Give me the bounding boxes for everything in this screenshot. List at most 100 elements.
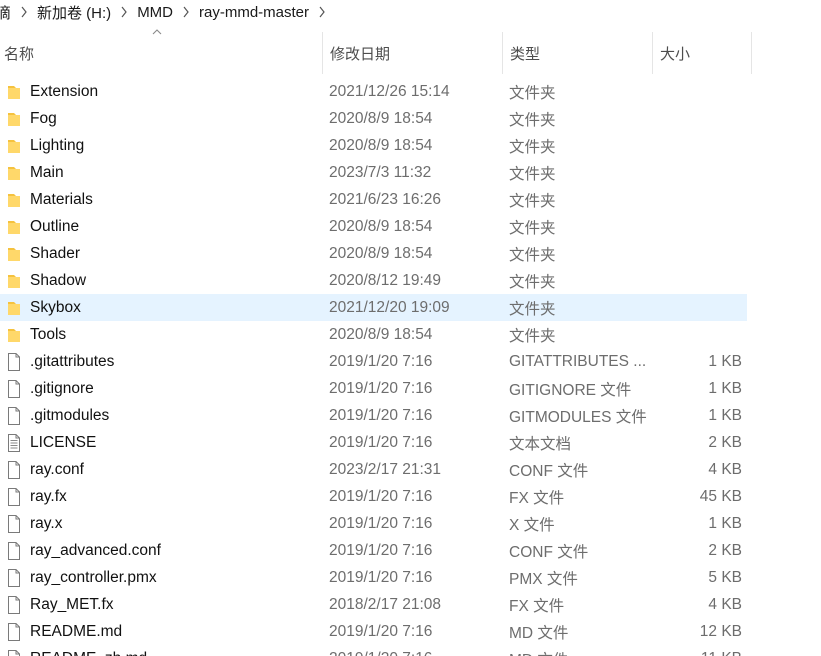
file-row[interactable]: LICENSE 2019/1/20 7:16 文本文档 2 KB xyxy=(0,429,747,456)
file-row[interactable]: Shader 2020/8/9 18:54 文件夹 xyxy=(0,240,747,267)
file-type: 文件夹 xyxy=(509,138,556,156)
file-row[interactable]: Materials 2021/6/23 16:26 文件夹 xyxy=(0,186,747,213)
file-row[interactable]: Outline 2020/8/9 18:54 文件夹 xyxy=(0,213,747,240)
breadcrumb-item-current[interactable]: ray-mmd-master xyxy=(193,4,315,21)
folder-icon xyxy=(4,105,24,132)
chevron-right-icon[interactable] xyxy=(179,2,193,22)
file-name: ray_advanced.conf xyxy=(30,541,161,559)
file-modified-date: 2021/12/20 19:09 xyxy=(329,298,450,316)
file-modified-date: 2020/8/9 18:54 xyxy=(329,217,433,235)
file-name: LICENSE xyxy=(30,433,97,451)
chevron-right-icon[interactable] xyxy=(315,2,329,22)
file-row[interactable]: Ray_MET.fx 2018/2/17 21:08 FX 文件 4 KB xyxy=(0,591,747,618)
file-icon xyxy=(4,375,24,402)
file-type: CONF 文件 xyxy=(509,543,589,561)
file-row[interactable]: Main 2023/7/3 11:32 文件夹 xyxy=(0,159,747,186)
file-row[interactable]: Skybox 2021/12/20 19:09 文件夹 xyxy=(0,294,747,321)
file-modified-date: 2019/1/20 7:16 xyxy=(329,541,433,559)
file-row[interactable]: README_zh.md 2019/1/20 7:16 MD 文件 11 KB xyxy=(0,645,747,656)
file-type: 文件夹 xyxy=(509,219,556,237)
file-row[interactable]: Shadow 2020/8/12 19:49 文件夹 xyxy=(0,267,747,294)
column-header-name-label: 名称 xyxy=(4,45,35,63)
file-modified-date: 2019/1/20 7:16 xyxy=(329,433,433,451)
file-size: 1 KB xyxy=(708,352,742,370)
file-row[interactable]: Extension 2021/12/26 15:14 文件夹 xyxy=(0,78,747,105)
file-name: ray.conf xyxy=(30,460,84,478)
file-name: Skybox xyxy=(30,298,81,316)
file-modified-date: 2019/1/20 7:16 xyxy=(329,406,433,424)
file-row[interactable]: ray.conf 2023/2/17 21:31 CONF 文件 4 KB xyxy=(0,456,747,483)
file-row[interactable]: .gitignore 2019/1/20 7:16 GITIGNORE 文件 1 KB xyxy=(0,375,747,402)
file-type: 文件夹 xyxy=(509,300,556,318)
chevron-right-icon[interactable] xyxy=(117,2,131,22)
file-type: MD 文件 xyxy=(509,624,569,642)
file-name: Lighting xyxy=(30,136,85,154)
file-name: Shadow xyxy=(30,271,87,289)
column-header-bar: 名称 修改日期 类型 大小 xyxy=(0,29,752,74)
file-type: 文本文档 xyxy=(509,435,572,453)
folder-icon xyxy=(4,294,24,321)
file-modified-date: 2023/7/3 11:32 xyxy=(329,163,432,181)
file-name: .gitmodules xyxy=(30,406,110,424)
file-row[interactable]: README.md 2019/1/20 7:16 MD 文件 12 KB xyxy=(0,618,747,645)
file-type: 文件夹 xyxy=(509,246,556,264)
file-modified-date: 2019/1/20 7:16 xyxy=(329,379,433,397)
file-size: 1 KB xyxy=(708,406,742,424)
file-type: 文件夹 xyxy=(509,327,556,345)
file-modified-date: 2019/1/20 7:16 xyxy=(329,645,432,656)
file-type: FX 文件 xyxy=(509,597,565,615)
chevron-right-icon[interactable] xyxy=(17,2,31,22)
text-document-icon xyxy=(4,429,24,456)
column-header-type[interactable]: 类型 xyxy=(502,32,652,74)
file-type: FX 文件 xyxy=(509,489,565,507)
file-modified-date: 2018/2/17 21:08 xyxy=(329,595,442,613)
file-type: CONF 文件 xyxy=(509,462,589,480)
file-size: 12 KB xyxy=(699,622,742,640)
file-size: 11 KB xyxy=(701,645,742,656)
column-header-size[interactable]: 大小 xyxy=(652,32,752,74)
file-row[interactable]: ray.fx 2019/1/20 7:16 FX 文件 45 KB xyxy=(0,483,747,510)
breadcrumb: 滴 新加卷 (H:) MMD ray-mmd-master xyxy=(0,0,821,24)
file-row[interactable]: ray_controller.pmx 2019/1/20 7:16 PMX 文件 5 … xyxy=(0,564,747,591)
file-modified-date: 2019/1/20 7:16 xyxy=(329,568,433,586)
file-size: 2 KB xyxy=(708,541,742,559)
file-row[interactable]: Tools 2020/8/9 18:54 文件夹 xyxy=(0,321,747,348)
file-icon xyxy=(4,537,24,564)
file-type: 文件夹 xyxy=(509,273,556,291)
column-header-type-label: 类型 xyxy=(510,45,541,63)
breadcrumb-item-drive[interactable]: 新加卷 (H:) xyxy=(31,2,117,23)
file-row[interactable]: ray_advanced.conf 2019/1/20 7:16 CONF 文件 2 … xyxy=(0,537,747,564)
breadcrumb-item-mmd[interactable]: MMD xyxy=(131,4,179,21)
breadcrumb-item-parent[interactable]: 滴 xyxy=(0,2,17,23)
file-modified-date: 2020/8/9 18:54 xyxy=(329,325,433,343)
file-name: Outline xyxy=(30,217,80,235)
file-icon xyxy=(4,618,24,645)
file-size: 1 KB xyxy=(708,514,742,532)
file-icon xyxy=(4,402,24,429)
file-name: README_zh.md xyxy=(30,645,147,656)
file-modified-date: 2021/12/26 15:14 xyxy=(329,82,450,100)
file-modified-date: 2020/8/9 18:54 xyxy=(329,136,433,154)
file-row[interactable]: Fog 2020/8/9 18:54 文件夹 xyxy=(0,105,747,132)
file-name: Shader xyxy=(30,244,80,262)
sort-ascending-icon xyxy=(152,29,162,35)
file-modified-date: 2023/2/17 21:31 xyxy=(329,460,442,478)
column-header-size-label: 大小 xyxy=(660,45,691,63)
file-name: Extension xyxy=(30,82,99,100)
file-type: 文件夹 xyxy=(509,84,556,102)
file-name: README.md xyxy=(30,622,123,640)
file-size: 45 KB xyxy=(699,487,742,505)
file-row[interactable]: ray.x 2019/1/20 7:16 X 文件 1 KB xyxy=(0,510,747,537)
file-name: ray.x xyxy=(30,514,63,532)
column-header-name[interactable]: 名称 xyxy=(0,29,322,74)
file-type: MD 文件 xyxy=(509,645,568,656)
folder-icon xyxy=(4,240,24,267)
file-modified-date: 2021/6/23 16:26 xyxy=(329,190,442,208)
file-size: 4 KB xyxy=(708,460,742,478)
file-modified-date: 2019/1/20 7:16 xyxy=(329,622,433,640)
file-row[interactable]: Lighting 2020/8/9 18:54 文件夹 xyxy=(0,132,747,159)
file-modified-date: 2020/8/9 18:54 xyxy=(329,109,433,127)
file-row[interactable]: .gitattributes 2019/1/20 7:16 GITATTRIBUTE… xyxy=(0,348,747,375)
column-header-date[interactable]: 修改日期 xyxy=(322,32,502,74)
file-row[interactable]: .gitmodules 2019/1/20 7:16 GITMODULES 文件 1 … xyxy=(0,402,747,429)
